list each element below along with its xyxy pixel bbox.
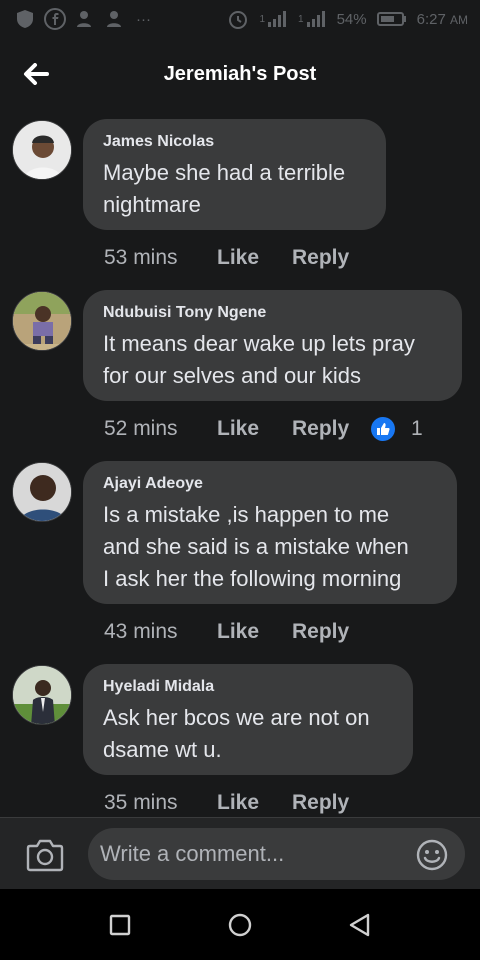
comment-actions: 53 mins Like Reply [104, 243, 349, 273]
comment-actions: 35 mins Like Reply [104, 788, 349, 817]
reply-button[interactable]: Reply [292, 791, 349, 815]
signal-icon-1: 1 [259, 10, 288, 28]
comment-input-wrapper[interactable] [88, 828, 465, 880]
comment-bubble[interactable]: James Nicolas Maybe she had a terrible n… [83, 119, 386, 230]
camera-icon [26, 839, 64, 872]
back-button[interactable] [22, 60, 50, 88]
comment-text: It means dear wake up lets pray for our … [103, 328, 442, 392]
back-arrow-icon [24, 63, 49, 85]
camera-button[interactable] [26, 838, 64, 872]
signal-network-label: 1 [259, 13, 266, 25]
comment-author[interactable]: James Nicolas [103, 133, 366, 151]
comment-time: 43 mins [104, 620, 178, 643]
comment-line: and she said is a mistake when [103, 534, 409, 559]
smiley-icon [416, 839, 448, 871]
battery-percent: 54% [336, 10, 367, 28]
comment-bubble[interactable]: Ndubuisi Tony Ngene It means dear wake u… [83, 290, 462, 401]
square-icon [109, 914, 131, 936]
avatar[interactable] [12, 462, 72, 522]
home-button[interactable] [226, 911, 254, 939]
reaction-count: 1 [411, 417, 423, 440]
comment-line: I ask her the following morning [103, 566, 402, 591]
comment-actions: 52 mins Like Reply [104, 414, 349, 444]
person-notification-icon-2 [106, 10, 126, 28]
person-notification-icon [76, 10, 96, 28]
comment-composer [0, 817, 480, 889]
comment-input[interactable] [98, 840, 409, 868]
status-left-icons: ··· [16, 8, 151, 30]
alarm-icon [227, 8, 249, 30]
signal-icon-2: 1 [298, 10, 327, 28]
circle-icon [228, 913, 252, 937]
comment-time: 52 mins [104, 417, 178, 440]
page-title: Jeremiah's Post [163, 62, 317, 85]
status-right-icons: 1 1 54% 6:27 AM [227, 8, 468, 30]
reaction-summary[interactable]: 1 [371, 414, 423, 444]
comment-text: Maybe she had a terrible nightmare [103, 157, 366, 221]
avatar[interactable] [12, 291, 72, 351]
more-notifications-dots: ··· [136, 10, 151, 28]
reply-button[interactable]: Reply [292, 620, 349, 644]
like-button[interactable]: Like [217, 246, 292, 270]
comment-line: Maybe she had a terrible [103, 160, 346, 185]
thumbs-up-icon [371, 417, 395, 441]
battery-icon [376, 11, 407, 27]
back-nav-button[interactable] [346, 911, 374, 939]
comment-text: Ask her bcos we are not on dsame wt u. [103, 702, 393, 766]
reply-button[interactable]: Reply [292, 417, 349, 441]
comments-feed[interactable]: James Nicolas Maybe she had a terrible n… [0, 110, 480, 817]
clock-time: 6:27 [416, 10, 446, 28]
comment-bubble[interactable]: Ajayi Adeoye Is a mistake ,is happen to … [83, 461, 457, 604]
comment-author[interactable]: Hyeladi Midala [103, 678, 393, 696]
like-button[interactable]: Like [217, 620, 292, 644]
comment-actions: 43 mins Like Reply [104, 617, 349, 647]
comment-time: 35 mins [104, 791, 178, 814]
recents-button[interactable] [106, 911, 134, 939]
status-bar: ··· 1 1 54% 6:27 AM [0, 0, 480, 38]
comment-line: It means dear wake up lets pray [103, 331, 415, 356]
reply-button[interactable]: Reply [292, 246, 349, 270]
avatar[interactable] [12, 665, 72, 725]
comment-time: 53 mins [104, 246, 178, 269]
system-nav-bar [0, 889, 480, 960]
like-button[interactable]: Like [217, 417, 292, 441]
like-button[interactable]: Like [217, 791, 292, 815]
comment-line: nightmare [103, 192, 201, 217]
comment-line: dsame wt u. [103, 737, 222, 762]
triangle-back-icon [349, 913, 370, 937]
comment-line: Ask her bcos we are not on [103, 705, 370, 730]
facebook-icon [44, 8, 66, 30]
comment-line: Is a mistake ,is happen to me [103, 502, 390, 527]
top-bar: Jeremiah's Post [0, 38, 480, 110]
clock-ampm: AM [450, 12, 468, 27]
comment-author[interactable]: Ajayi Adeoye [103, 475, 437, 493]
comment-author[interactable]: Ndubuisi Tony Ngene [103, 304, 442, 322]
shield-icon [16, 9, 34, 29]
comment-text: Is a mistake ,is happen to me and she sa… [103, 499, 437, 595]
clock: 6:27 AM [417, 11, 468, 28]
avatar[interactable] [12, 120, 72, 180]
comment-line: for our selves and our kids [103, 363, 362, 388]
signal-network-label-2: 1 [298, 13, 304, 25]
emoji-button[interactable] [415, 838, 449, 872]
comment-bubble[interactable]: Hyeladi Midala Ask her bcos we are not o… [83, 664, 413, 775]
